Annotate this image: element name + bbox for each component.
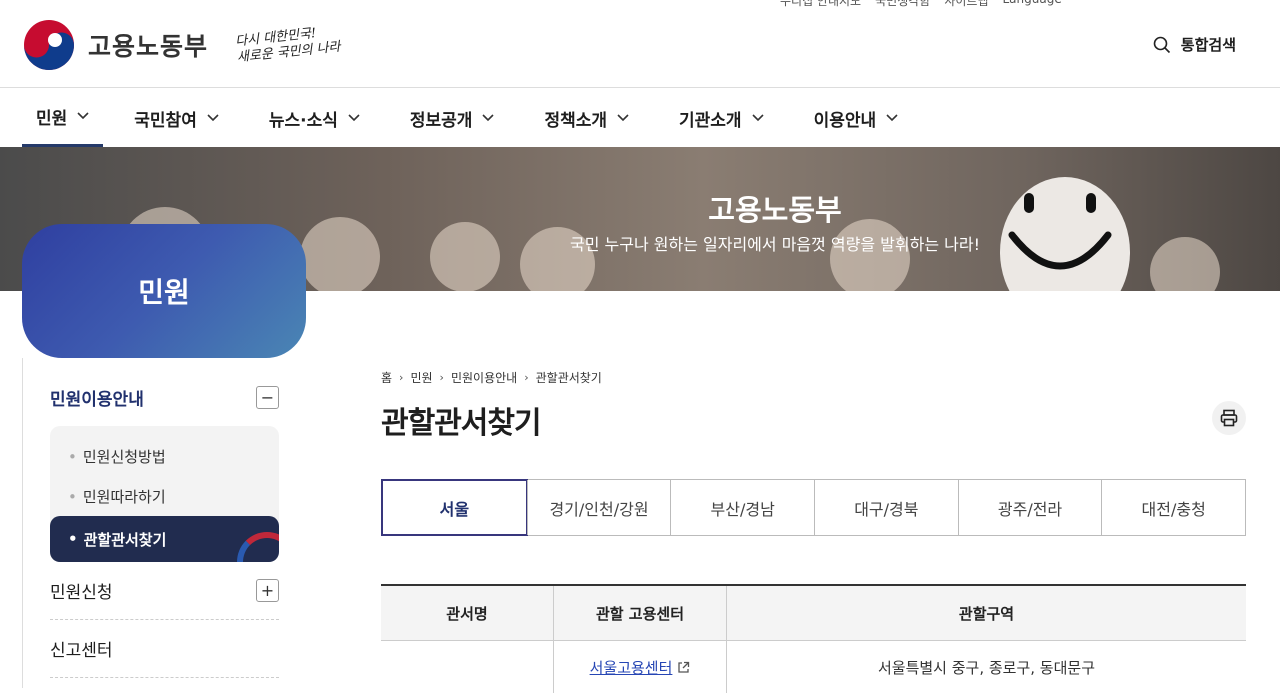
side-section-apply[interactable]: 민원신청 +	[50, 578, 279, 603]
gnb-item-civil[interactable]: 민원	[22, 88, 104, 148]
banner-title: 고용노동부	[708, 193, 842, 227]
chevron-down-icon	[348, 114, 360, 122]
gnb-item-guide[interactable]: 이용안내	[800, 88, 913, 148]
submenu-item-walkthrough[interactable]: • 민원따라하기	[68, 486, 166, 507]
side-nav: 민원이용안내 − • 민원신청방법 • 민원따라하기 • 관할관서찾기 민원신청 + …	[22, 358, 306, 688]
global-nav: 민원 국민참여 뉴스·소식 정보공개 정책소개 기관소개 이용안내	[22, 88, 934, 148]
print-button[interactable]	[1212, 401, 1246, 435]
submenu-item-find-office[interactable]: • 관할관서찾기	[50, 516, 279, 562]
tab-busan[interactable]: 부산/경남	[670, 480, 814, 535]
side-section-report[interactable]: 신고센터	[50, 636, 279, 661]
bullet-icon: •	[68, 488, 77, 506]
tab-gyeonggi[interactable]: 경기/인천/강원	[526, 480, 671, 535]
bullet-icon: •	[68, 448, 77, 466]
util-link[interactable]: 국민생각함	[875, 0, 930, 9]
external-link-icon	[678, 661, 690, 673]
submenu-item-apply-method[interactable]: • 민원신청방법	[68, 446, 166, 467]
tab-gwangju[interactable]: 광주/전라	[957, 480, 1102, 535]
gnb-label: 이용안내	[813, 110, 877, 131]
utility-links: 누리집 안내지도 국민생각함 사이트맵 Language	[780, 0, 1062, 9]
side-section-civil-guide[interactable]: 민원이용안내 −	[50, 385, 279, 410]
chevron-right-icon: ›	[439, 371, 444, 384]
submenu-label: 민원신청방법	[82, 448, 166, 466]
area-cell: 서울특별시 중구, 종로구, 동대문구	[726, 641, 1246, 693]
gnb-item-news[interactable]: 뉴스·소식	[255, 88, 374, 148]
util-link[interactable]: 누리집 안내지도	[780, 0, 861, 9]
page-title: 관할관서찾기	[381, 406, 542, 441]
printer-icon	[1220, 409, 1238, 427]
office-cell	[381, 641, 553, 693]
logo-text: 고용노동부	[88, 32, 209, 61]
side-section-label: 신고센터	[50, 641, 113, 661]
site-logo[interactable]: 고용노동부 다시 대한민국! 새로운 국민의 나라	[22, 18, 342, 72]
tab-seoul[interactable]: 서울	[381, 479, 528, 536]
tab-daegu[interactable]: 대구/경북	[814, 480, 958, 535]
breadcrumb-item[interactable]: 민원	[410, 369, 432, 386]
taeguk-logo-icon	[24, 20, 74, 70]
center-link-label: 서울고용센터	[589, 658, 673, 677]
column-header: 관서명	[446, 604, 488, 623]
divider	[50, 677, 279, 678]
divider	[50, 619, 279, 620]
gnb-item-participation[interactable]: 국민참여	[120, 88, 233, 148]
breadcrumb-current: 관할관서찾기	[535, 371, 602, 385]
arc-decoration	[237, 532, 279, 562]
breadcrumb-item[interactable]: 민원이용안내	[451, 369, 517, 386]
tab-daejeon[interactable]: 대전/충청	[1101, 480, 1245, 535]
chevron-down-icon	[207, 114, 219, 122]
gnb-item-disclosure[interactable]: 정보공개	[396, 88, 509, 148]
gnb-label: 국민참여	[134, 110, 197, 131]
bullet-icon: •	[68, 530, 78, 548]
side-section-label: 민원신청	[50, 583, 113, 603]
table-row: 서울고용센터 서울특별시 중구, 종로구, 동대문구	[381, 641, 1246, 693]
gnb-label: 정보공개	[409, 110, 473, 131]
gnb-label: 민원	[36, 108, 68, 129]
side-section-label: 민원이용안내	[50, 390, 144, 410]
util-link[interactable]: Language	[1002, 0, 1061, 9]
side-nav-title: 민원	[22, 224, 306, 358]
chevron-right-icon: ›	[524, 371, 529, 384]
breadcrumb-home[interactable]: 홈	[381, 369, 392, 386]
submenu-label: 관할관서찾기	[83, 530, 167, 549]
slogan: 다시 대한민국! 새로운 국민의 나라	[235, 24, 342, 67]
side-submenu: • 민원신청방법 • 민원따라하기 • 관할관서찾기	[50, 426, 279, 562]
chevron-down-icon	[617, 114, 629, 122]
chevron-down-icon	[886, 114, 898, 122]
chevron-down-icon	[751, 114, 764, 122]
bokeh-decoration	[830, 219, 910, 291]
office-table: 관서명 관할 고용센터 관할구역 서울고용센터 서울특별시 중구, 종로구, 동…	[381, 584, 1246, 693]
gnb-label: 정책소개	[544, 110, 607, 131]
chevron-down-icon	[77, 112, 89, 120]
column-header: 관할구역	[726, 586, 1246, 640]
gnb-item-policy[interactable]: 정책소개	[530, 88, 643, 148]
search-icon	[1153, 36, 1170, 53]
center-link[interactable]: 서울고용센터	[590, 657, 691, 678]
expand-toggle-button[interactable]: +	[256, 579, 279, 602]
breadcrumb: 홈 › 민원 › 민원이용안내 › 관할관서찾기	[381, 369, 602, 386]
gnb-item-org[interactable]: 기관소개	[665, 88, 778, 148]
chevron-down-icon	[482, 114, 495, 122]
chevron-right-icon: ›	[399, 371, 404, 384]
util-link[interactable]: 사이트맵	[944, 0, 988, 9]
collapse-toggle-button[interactable]: −	[256, 386, 279, 409]
region-tabs: 서울 경기/인천/강원 부산/경남 대구/경북 광주/전라 대전/충청	[381, 479, 1246, 536]
integrated-search-button[interactable]: 통합검색	[1153, 34, 1236, 55]
search-label: 통합검색	[1180, 36, 1236, 54]
center-cell: 서울고용센터	[553, 641, 726, 693]
table-header: 관서명 관할 고용센터 관할구역	[381, 586, 1246, 641]
gnb-label: 기관소개	[679, 110, 742, 131]
submenu-label: 민원따라하기	[82, 488, 166, 506]
gnb-label: 뉴스·소식	[268, 110, 338, 131]
column-header: 관할 고용센터	[553, 586, 726, 640]
site-header: 누리집 안내지도 국민생각함 사이트맵 Language 고용노동부 다시 대한…	[0, 0, 1280, 88]
